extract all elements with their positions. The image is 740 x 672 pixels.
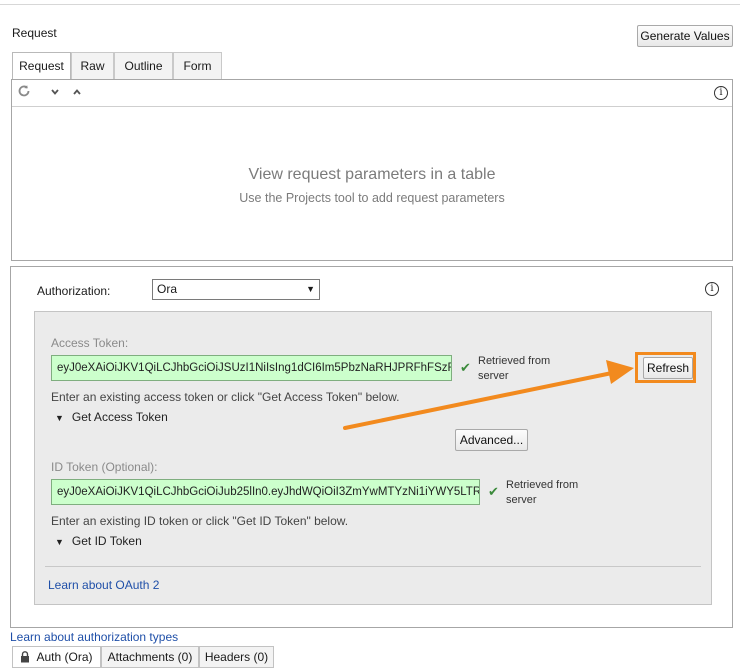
tab-headers[interactable]: Headers (0) — [199, 646, 274, 668]
refresh-highlight-box — [635, 352, 696, 383]
tab-auth-label: Auth (Ora) — [36, 650, 93, 664]
annotation-arrow — [343, 360, 634, 430]
tab-attachments[interactable]: Attachments (0) — [101, 646, 199, 668]
learn-auth-types-link[interactable]: Learn about authorization types — [10, 630, 178, 644]
lock-icon — [20, 649, 30, 669]
tab-auth[interactable]: Auth (Ora) — [12, 646, 101, 668]
